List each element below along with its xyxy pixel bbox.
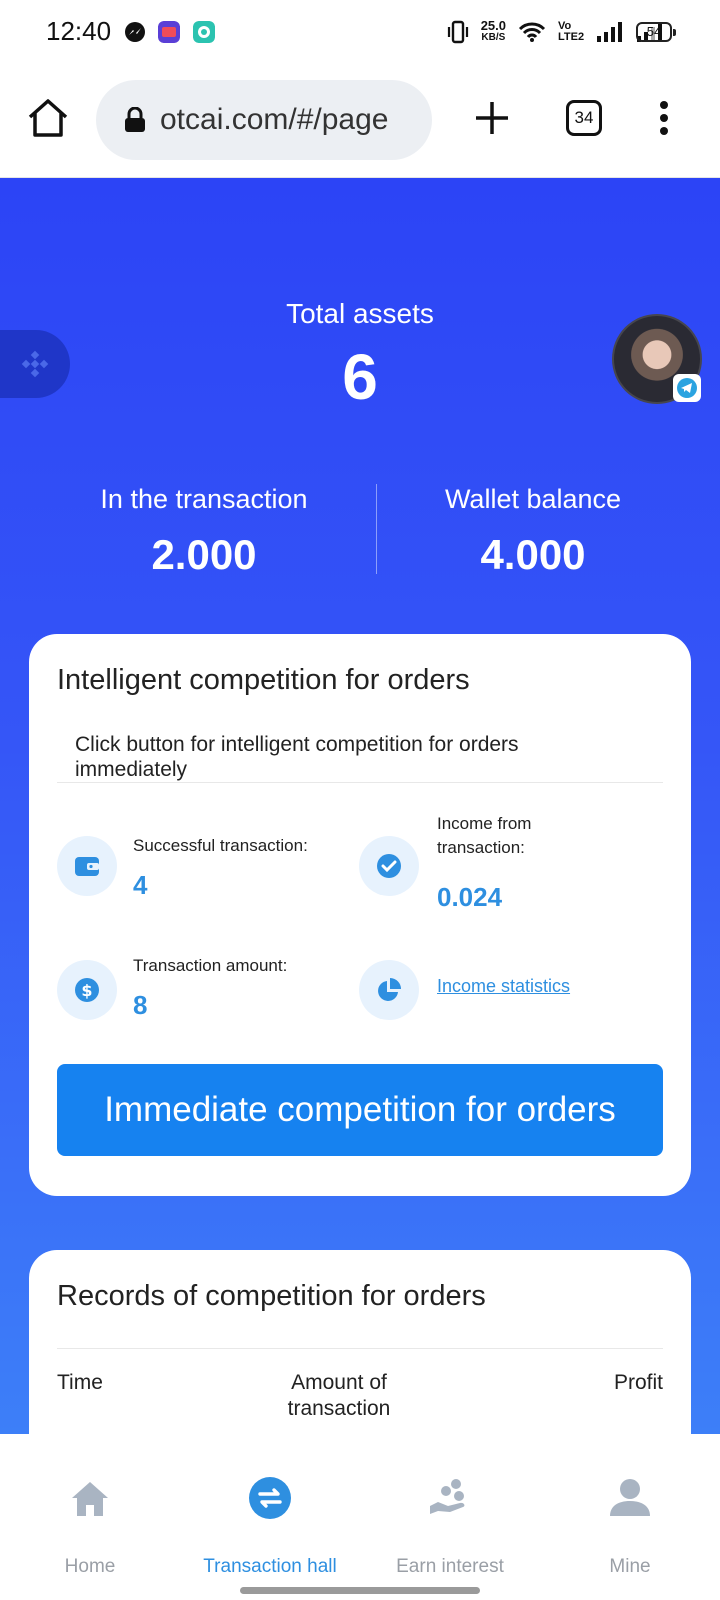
url-text: otcai.com/#/page (160, 103, 389, 136)
successful-transaction-label: Successful transaction: (133, 836, 308, 855)
battery-indicator: 54 (636, 22, 676, 42)
user-icon (610, 1479, 650, 1516)
status-indicators: 25.0 KB/S Vo LTE2 (447, 16, 664, 48)
income-from-transaction-value: 0.024 (437, 882, 503, 912)
nav-label-transaction-hall: Transaction hall (203, 1556, 337, 1577)
signal-icon (597, 22, 622, 42)
immediate-competition-button[interactable]: Immediate competition for orders (57, 1064, 663, 1156)
browser-toolbar: otcai.com/#/page 34 (0, 64, 720, 178)
in-transaction-value: 2.000 (151, 531, 257, 578)
wallet-balance-label: Wallet balance (444, 484, 622, 514)
in-transaction-stat: In the transaction 2.000 (24, 484, 384, 579)
new-tab-button[interactable] (472, 98, 512, 138)
successful-transaction-value: 4 (133, 870, 148, 900)
orders-card-description: Click button for intelligent competition… (75, 733, 519, 781)
card-divider (57, 782, 663, 783)
in-transaction-label: In the transaction (100, 484, 308, 514)
home-icon (72, 1482, 108, 1516)
card-divider (57, 1348, 663, 1349)
tab-switcher-button[interactable]: 34 (566, 100, 602, 136)
net-speed-value: 25.0 (480, 18, 506, 33)
transaction-amount-label: Transaction amount: (133, 956, 288, 975)
wifi-icon (518, 22, 546, 42)
address-bar[interactable]: otcai.com/#/page (96, 80, 432, 160)
nav-item-transaction-hall[interactable]: Transaction hall (180, 1434, 360, 1600)
nav-label-mine: Mine (609, 1556, 651, 1577)
income-from-transaction-label: Income from transaction: (437, 814, 532, 857)
column-header-time: Time (57, 1371, 103, 1394)
transaction-amount-value: 8 (133, 990, 148, 1020)
earn-interest-icon (430, 1479, 465, 1514)
orders-card-title: Intelligent competition for orders (57, 664, 470, 696)
vibrate-icon (447, 20, 468, 44)
total-assets-label: Total assets (286, 298, 434, 329)
orders-card: Intelligent competition for orders Click… (29, 634, 691, 1196)
status-bar: 12:40 25.0 KB/S Vo LTE2 54 (0, 0, 720, 64)
status-time: 12:40 (46, 16, 112, 46)
app-icon (158, 21, 180, 43)
svg-text:$: $ (81, 981, 92, 1000)
browser-menu-button[interactable] (652, 98, 676, 138)
check-badge-icon (359, 836, 419, 896)
exchange-icon (249, 1477, 291, 1519)
column-header-amount: Amount of transaction (287, 1371, 391, 1420)
chat-app-icon (193, 21, 215, 43)
nav-item-mine[interactable]: Mine (540, 1434, 720, 1600)
nav-item-earn-interest[interactable]: Earn interest (360, 1434, 540, 1600)
gesture-bar[interactable] (240, 1587, 480, 1594)
records-card-title: Records of competition for orders (57, 1280, 486, 1312)
telegram-icon[interactable] (673, 374, 701, 402)
pie-chart-icon (359, 960, 419, 1020)
volte-indicator: Vo LTE2 (558, 20, 585, 43)
nav-label-home: Home (64, 1556, 116, 1577)
net-speed: 25.0 KB/S (480, 18, 506, 44)
lock-icon (125, 107, 145, 132)
nav-item-home[interactable]: Home (0, 1434, 180, 1600)
income-statistics-link[interactable]: Income statistics (437, 976, 570, 997)
dollar-icon: $ (57, 960, 117, 1020)
wallet-balance-value: 4.000 (480, 531, 586, 578)
wallet-balance-stat: Wallet balance 4.000 (353, 484, 713, 579)
net-speed-unit: KB/S (481, 32, 506, 43)
nav-label-earn-interest: Earn interest (396, 1556, 504, 1577)
messenger-icon (125, 22, 145, 42)
browser-home-button[interactable] (26, 96, 70, 140)
bottom-navigation: Home Transaction hall Earn interest Mine (0, 1434, 720, 1600)
column-header-profit: Profit (613, 1371, 663, 1394)
wallet-icon (57, 836, 117, 896)
